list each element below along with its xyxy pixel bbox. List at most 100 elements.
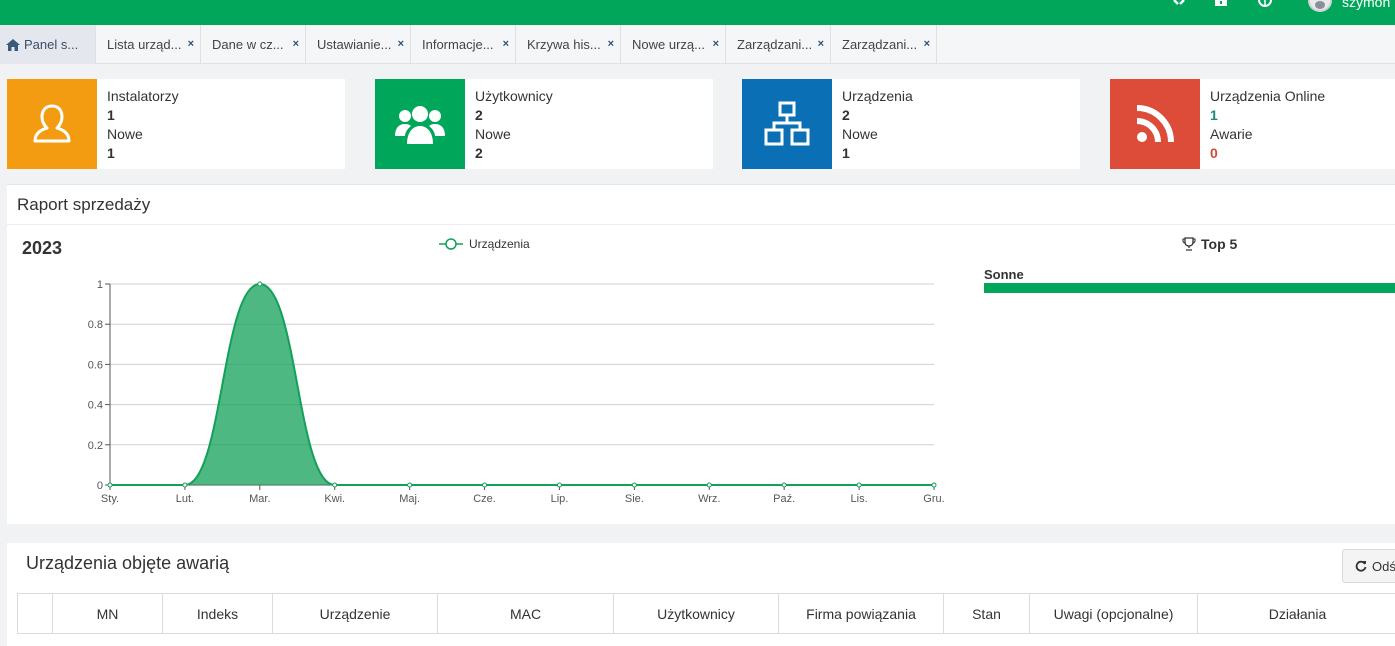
infobox-sub-label: Nowe <box>107 126 143 142</box>
infobox-sub-value: 2 <box>475 145 483 161</box>
infobox-devices-online[interactable]: Urządzenia Online 1 Awarie 0 <box>1110 79 1395 169</box>
infobox-title: Użytkownicy <box>475 88 553 104</box>
x-tick-label: Lut. <box>176 493 194 505</box>
home-icon <box>6 38 20 51</box>
infobox-value: 2 <box>842 107 850 123</box>
tab-label: Dane w cz... <box>212 37 284 52</box>
tab-device-list[interactable]: Lista urząd... × <box>96 25 201 64</box>
data-point <box>482 482 488 488</box>
failures-panel: Urządzenia objęte awarią Odś MN Indeks U… <box>7 543 1395 646</box>
infobox-installers[interactable]: Instalatorzy 1 Nowe 1 <box>7 79 345 169</box>
x-tick-label: Lip. <box>551 493 569 505</box>
infobox-icon-area <box>1110 79 1200 169</box>
tab-bar: Panel s... Lista urząd... × Dane w cz...… <box>0 25 1395 64</box>
tab-realtime-data[interactable]: Dane w cz... × <box>201 25 306 64</box>
infobox-icon-area <box>375 79 465 169</box>
rss-icon <box>1136 105 1174 143</box>
data-point <box>182 482 188 488</box>
tab-information[interactable]: Informacje... × <box>411 25 516 64</box>
tab-management-1[interactable]: Zarządzani... × <box>726 25 831 64</box>
top-navbar: szymon <box>0 0 1395 25</box>
user-avatar[interactable] <box>1308 0 1332 12</box>
failures-table: MN Indeks Urządzenie MAC Użytkownicy Fir… <box>17 593 1395 646</box>
data-point <box>257 281 263 287</box>
infobox-icon-area <box>742 79 832 169</box>
tab-label: Ustawianie... <box>317 37 392 52</box>
close-icon[interactable]: × <box>188 38 194 50</box>
close-icon[interactable]: × <box>398 38 404 50</box>
username-label[interactable]: szymon <box>1342 0 1390 10</box>
close-icon[interactable]: × <box>503 38 509 50</box>
table-header-cell[interactable]: Indeks <box>163 594 273 634</box>
y-tick-label: 0 <box>97 480 103 492</box>
tab-label: Informacje... <box>422 37 494 52</box>
panel-title: Urządzenia objęte awarią <box>26 553 230 573</box>
infobox-icon-area <box>7 79 97 169</box>
infobox-value: 1 <box>1210 107 1218 123</box>
top5-heading: Top 5 <box>1182 236 1237 252</box>
x-tick-label: Cze. <box>473 493 496 505</box>
refresh-button[interactable]: Odś <box>1342 549 1395 583</box>
infobox-text: Urządzenia Online 1 Awarie 0 <box>1210 87 1325 163</box>
data-point <box>107 482 113 488</box>
top-item-bar <box>984 283 1395 293</box>
table-header-cell[interactable] <box>17 594 53 634</box>
sitemap-icon <box>764 101 810 146</box>
table-header-cell[interactable]: Stan <box>944 594 1030 634</box>
close-icon[interactable]: × <box>293 38 299 50</box>
tab-label: Panel s... <box>24 37 79 52</box>
sales-report-panel: Raport sprzedaży 2023 Urządzenia 0 0.2 0.4… <box>7 184 1395 524</box>
table-header-cell[interactable]: MN <box>53 594 163 634</box>
infobox-title: Urządzenia <box>842 88 913 104</box>
table-header-cell[interactable]: Urządzenie <box>273 594 438 634</box>
legend-label: Urządzenia <box>469 237 530 251</box>
table-header-cell[interactable]: Firma powiązania <box>779 594 944 634</box>
data-point <box>931 482 937 488</box>
table-header-cell[interactable]: Uwagi (opcjonalne) <box>1030 594 1198 634</box>
data-point <box>556 482 562 488</box>
refresh-icon <box>1355 560 1367 572</box>
briefcase-icon[interactable] <box>1214 0 1228 8</box>
table-header-cell[interactable]: Użytkownicy <box>614 594 779 634</box>
close-icon[interactable]: × <box>924 38 930 50</box>
tab-label: Krzywa his... <box>527 37 601 52</box>
y-tick-label: 1 <box>97 279 103 291</box>
series-area <box>110 284 934 485</box>
panel-title: Raport sprzedaży <box>17 195 151 214</box>
globe-icon[interactable] <box>1258 0 1272 8</box>
top-item-name: Sonne <box>984 267 1024 282</box>
x-tick-label: Mar. <box>249 493 270 505</box>
close-icon[interactable]: × <box>608 38 614 50</box>
infobox-devices[interactable]: Urządzenia 2 Nowe 1 <box>742 79 1080 169</box>
tab-management-2[interactable]: Zarządzani... × <box>831 25 937 64</box>
chart-year: 2023 <box>22 238 63 258</box>
x-tick-label: Lis. <box>851 493 868 505</box>
data-point <box>631 482 637 488</box>
infobox-users[interactable]: Użytkownicy 2 Nowe 2 <box>375 79 713 169</box>
tab-history-curve[interactable]: Krzywa his... × <box>516 25 621 64</box>
x-tick-label: Sty. <box>101 493 119 505</box>
infobox-text: Instalatorzy 1 Nowe 1 <box>107 87 179 163</box>
chart-legend[interactable]: Urządzenia <box>439 237 530 251</box>
tab-new-device[interactable]: Nowe urzą... × <box>621 25 726 64</box>
table-header-cell[interactable]: MAC <box>438 594 614 634</box>
infobox-sub-label: Awarie <box>1210 126 1253 142</box>
infobox-value: 1 <box>107 107 115 123</box>
close-icon[interactable]: × <box>818 38 824 50</box>
table-header-cell[interactable]: Działania <box>1198 594 1395 634</box>
x-tick-label: Maj. <box>399 493 420 505</box>
infobox-sub-label: Nowe <box>842 126 878 142</box>
tab-settings[interactable]: Ustawianie... × <box>306 25 411 64</box>
x-tick-label: Kwi. <box>324 493 345 505</box>
tab-label: Zarządzani... <box>737 37 813 52</box>
users-icon <box>395 106 445 144</box>
tab-label: Zarządzani... <box>842 37 918 52</box>
tab-panel[interactable]: Panel s... <box>0 25 96 64</box>
data-point <box>332 482 338 488</box>
expand-icon[interactable] <box>1172 0 1186 8</box>
infobox-title: Urządzenia Online <box>1210 88 1326 104</box>
data-point <box>706 482 712 488</box>
user-outline-icon <box>33 104 71 143</box>
close-icon[interactable]: × <box>713 38 719 50</box>
refresh-label: Odś <box>1372 558 1395 574</box>
